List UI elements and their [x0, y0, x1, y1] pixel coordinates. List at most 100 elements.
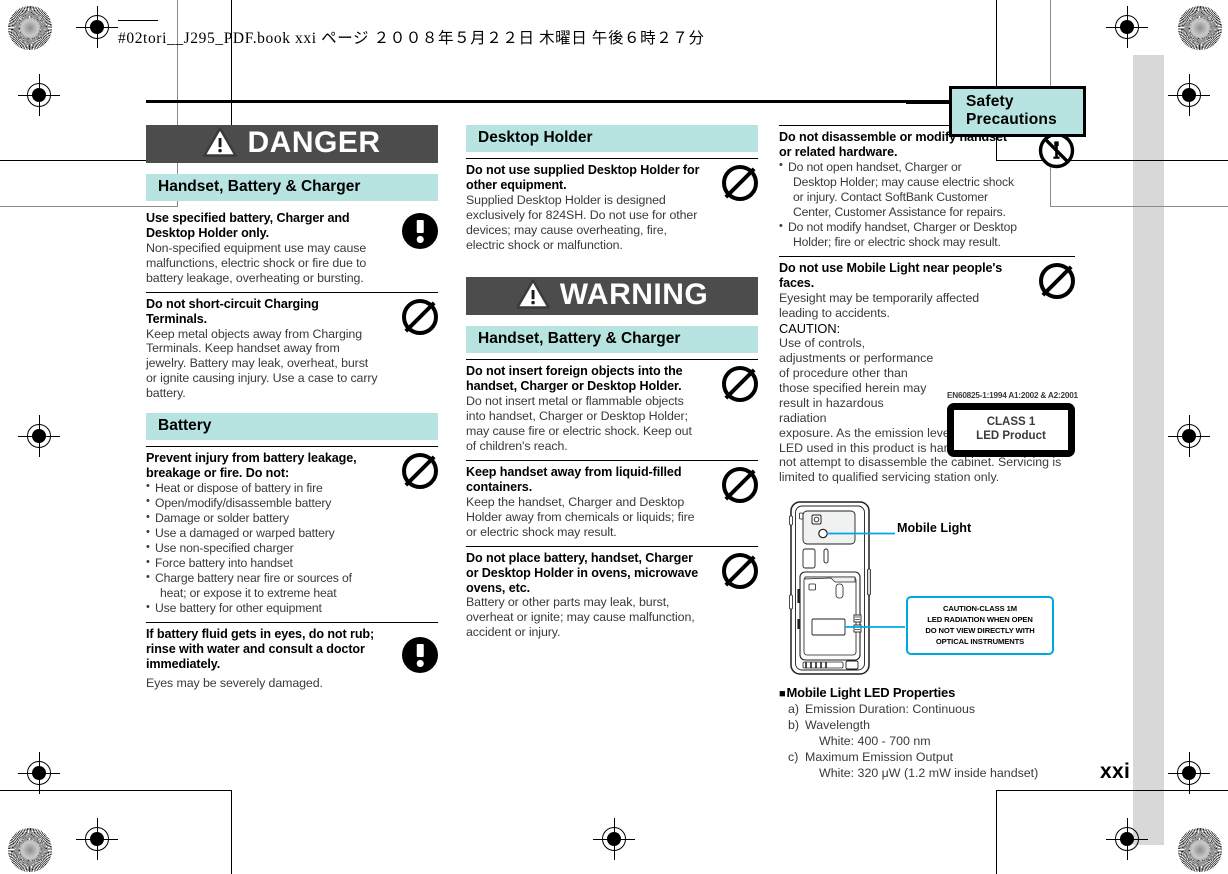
section-tab-leader: [906, 101, 952, 104]
prohibition-icon: [722, 366, 758, 403]
subhead-label: Battery: [158, 416, 212, 434]
entry-text: Keep metal objects away from Charging Te…: [146, 326, 378, 401]
list-item: Heat or dispose of battery in fire: [146, 480, 380, 496]
mandatory-alert-icon: [402, 637, 438, 674]
entry-desktop-holder-other-equipment: Do not use supplied Desktop Holder for o…: [466, 158, 758, 258]
entry-text: Eyesight may be temporarily affected lea…: [779, 291, 980, 321]
list-item: Use battery for other equipment: [146, 601, 380, 616]
danger-banner-label: DANGER: [247, 126, 381, 159]
section-tab-label: Safety Precautions: [966, 93, 1057, 128]
entry-prevent-injury-battery: Prevent injury from battery leakage, bre…: [146, 445, 438, 623]
warning-banner-label: WARNING: [559, 278, 709, 312]
registration-mark-top-left: [76, 6, 118, 48]
registration-mark-left-middle: [18, 415, 60, 457]
entry-title: Prevent injury from battery leakage, bre…: [146, 450, 357, 480]
warning-triangle-icon: [515, 279, 550, 314]
print-target-top-left-icon: [8, 6, 52, 50]
registration-mark-top-right: [1106, 6, 1148, 48]
entry-title: Do not use Mobile Light near people's fa…: [779, 261, 1003, 291]
list-item: Use a damaged or warped battery: [146, 526, 380, 541]
subhead-handset-battery-charger-2: Handset, Battery & Charger: [466, 326, 758, 354]
caution-label-line: CAUTION-CLASS 1M: [943, 604, 1017, 614]
item-label: Wavelength: [805, 718, 870, 733]
entry-title: Do not short-circuit Charging Terminals.: [146, 296, 319, 326]
prohibition-icon: [722, 466, 758, 503]
prohibition-icon: [402, 452, 438, 489]
registration-mark-left-top: [18, 74, 60, 116]
caution-label-line: OPTICAL INSTRUMENTS: [935, 636, 1025, 646]
caution-label-line: DO NOT VIEW DIRECTLY WITH: [925, 625, 1035, 635]
registration-mark-left-bottom: [18, 752, 60, 794]
entry-text: Battery or other parts may leak, burst, …: [466, 595, 695, 640]
class1-led-label: EN60825-1:1994 A1:2002 & A2:2001 CLASS 1…: [947, 391, 1078, 457]
item-label: Maximum Emission Output: [805, 750, 954, 765]
subhead-desktop-holder: Desktop Holder: [466, 125, 758, 152]
list-item: b) Wavelength White: 400 - 700 nm: [779, 717, 1075, 749]
page-number-label: xxi: [1100, 760, 1131, 783]
trim-mark-bottom-right-v: [996, 790, 997, 874]
registration-mark-bottom-right: [1106, 818, 1148, 860]
led-product-line: LED Product: [976, 429, 1046, 442]
prohibition-icon: [1039, 263, 1075, 300]
square-bullet-icon: ■: [779, 688, 786, 701]
item-sublabel: White: 400 - 700 nm: [819, 734, 931, 749]
entry-text: Non-specified equipment use may cause ma…: [146, 240, 367, 285]
item-marker: b): [788, 718, 800, 733]
warning-banner: WARNING: [466, 277, 758, 316]
mandatory-alert-icon: [402, 213, 438, 249]
print-target-bottom-right-icon: [1178, 828, 1222, 872]
list-item-continuation: Center, Customer Assistance for repairs.: [793, 205, 1006, 220]
header-filename-label: #02tori__J295_PDF.book xxi ページ ２００８年５月２２…: [118, 30, 705, 47]
list-item-continuation: Desktop Holder; may cause electric shock: [793, 175, 1014, 190]
trim-mark-bottom-left-v: [231, 790, 232, 874]
list-item: Do not open handset, Charger or: [779, 159, 1017, 175]
no-disassembly-icon: [1038, 132, 1075, 174]
caution-heading: CAUTION:: [779, 321, 841, 337]
list-item: Force battery into handset: [146, 556, 380, 571]
led-properties-title-label: Mobile Light LED Properties: [786, 685, 956, 701]
danger-banner: DANGER: [146, 125, 438, 163]
subhead-label: Desktop Holder: [478, 129, 593, 146]
subhead-label: Handset, Battery & Charger: [158, 178, 361, 195]
entry-title: Do not insert foreign objects into the h…: [466, 364, 683, 394]
entry-text: Keep the handset, Charger and Desktop Ho…: [466, 494, 695, 539]
entry-bullet-list: Heat or dispose of battery in fire Open/…: [146, 480, 380, 617]
prohibition-icon: [722, 552, 758, 589]
entry-liquid-filled-containers: Keep handset away from liquid-filled con…: [466, 459, 758, 546]
registration-gray-band: [1133, 55, 1164, 845]
subhead-handset-battery-charger: Handset, Battery & Charger: [146, 174, 438, 201]
column-2: Desktop Holder Do not use supplied Deskt…: [466, 125, 758, 646]
entry-foreign-objects: Do not insert foreign objects into the h…: [466, 359, 758, 459]
list-item: Open/modify/disassemble battery: [146, 495, 380, 511]
registration-mark-right-top: [1168, 74, 1210, 116]
handset-back-view-diagram: Mobile Light CAUTION-CLASS 1M LED RADIAT…: [779, 499, 1075, 679]
entry-bullet-list: Do not open handset, Charger or Desktop …: [779, 159, 1017, 250]
entry-ovens-microwave: Do not place battery, handset, Charger o…: [466, 545, 758, 647]
entry-battery-fluid-eyes: If battery fluid gets in eyes, do not ru…: [146, 622, 438, 697]
subhead-label: Handset, Battery & Charger: [478, 330, 681, 348]
manual-page: Safety Precautions DANGER Handset, Batte…: [146, 86, 1086, 792]
prohibition-icon: [402, 298, 438, 335]
item-marker: a): [788, 702, 800, 717]
entry-mobile-light-faces: Do not use Mobile Light near people's fa…: [779, 256, 1078, 491]
prohibition-icon: [722, 165, 758, 201]
print-target-bottom-left-icon: [8, 828, 52, 872]
section-tab: Safety Precautions: [949, 86, 1086, 137]
entry-title: Use specified battery, Charger and Deskt…: [146, 211, 350, 240]
list-item-continuation: heat; or expose it to extreme heat: [160, 586, 337, 601]
entry-text: Do not insert metal or flammable objects…: [466, 394, 692, 454]
registration-mark-bottom-center: [593, 818, 635, 860]
warning-triangle-icon: [203, 126, 238, 162]
entry-do-not-short-circuit: Do not short-circuit Charging Terminals.…: [146, 291, 438, 407]
item-sublabel: White: 320 μW (1.2 mW inside handset): [819, 766, 1039, 781]
entry-use-specified-battery: Use specified battery, Charger and Deskt…: [146, 207, 438, 292]
list-item: Do not modify handset, Charger or Deskto…: [779, 220, 1017, 235]
list-item-continuation: Holder; fire or electric shock may resul…: [793, 235, 1001, 250]
led-properties-block: ■Mobile Light LED Properties a) Emission…: [779, 685, 1075, 781]
list-item: Charge battery near fire or sources of: [146, 571, 380, 586]
entry-text: Eyes may be severely damaged.: [146, 676, 323, 691]
subhead-battery: Battery: [146, 412, 438, 440]
print-target-top-right-icon: [1178, 6, 1222, 50]
led-properties-title: ■Mobile Light LED Properties: [779, 685, 1075, 700]
caution-narrow-text: Use of controls, adjustments or performa…: [779, 336, 934, 425]
